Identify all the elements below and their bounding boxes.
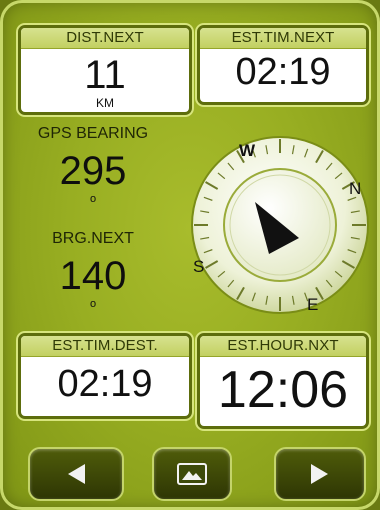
trip-computer-screen: DIST.NEXT 11 KM EST.TIM.NEXT 02:19 GPS B… [0,0,380,510]
dist-next-field: DIST.NEXT 11 KM [18,25,192,115]
compass-label-south: S [193,257,204,276]
est-tim-next-value: 02:19 [235,51,331,93]
left-arrow-icon [68,464,85,484]
est-tim-dest-value: 02:19 [57,363,153,405]
dist-next-label: DIST.NEXT [21,28,189,49]
est-hour-nxt-value: 12:06 [217,361,349,419]
gps-bearing-block: GPS BEARING 295 o [14,125,172,205]
brg-next-block: BRG.NEXT 140 o [14,230,172,310]
est-hour-nxt-field: EST.HOUR.NXT 12:06 [197,333,369,429]
est-tim-dest-label: EST.TIM.DEST. [21,336,189,357]
compass-label-west: W [239,141,256,160]
compass: W N S E [191,136,369,314]
est-tim-next-label: EST.TIM.NEXT [200,28,366,49]
compass-label-east: E [307,295,318,314]
gps-bearing-unit: o [89,193,97,205]
gps-bearing-value: 295 [59,149,127,193]
dist-next-unit: KM [96,96,114,110]
est-hour-nxt-label: EST.HOUR.NXT [200,336,366,357]
right-arrow-icon [311,464,328,484]
est-tim-dest-field: EST.TIM.DEST. 02:19 [18,333,192,419]
dist-next-value: 11 [84,53,126,97]
map-icon [177,463,207,485]
compass-label-north: N [349,179,361,198]
est-tim-next-field: EST.TIM.NEXT 02:19 [197,25,369,105]
map-button[interactable] [152,447,232,501]
brg-next-value: 140 [59,254,127,298]
previous-button[interactable] [28,447,124,501]
gps-bearing-label: GPS BEARING [37,125,149,142]
brg-next-label: BRG.NEXT [52,230,134,247]
brg-next-unit: o [89,298,97,310]
next-button[interactable] [274,447,366,501]
